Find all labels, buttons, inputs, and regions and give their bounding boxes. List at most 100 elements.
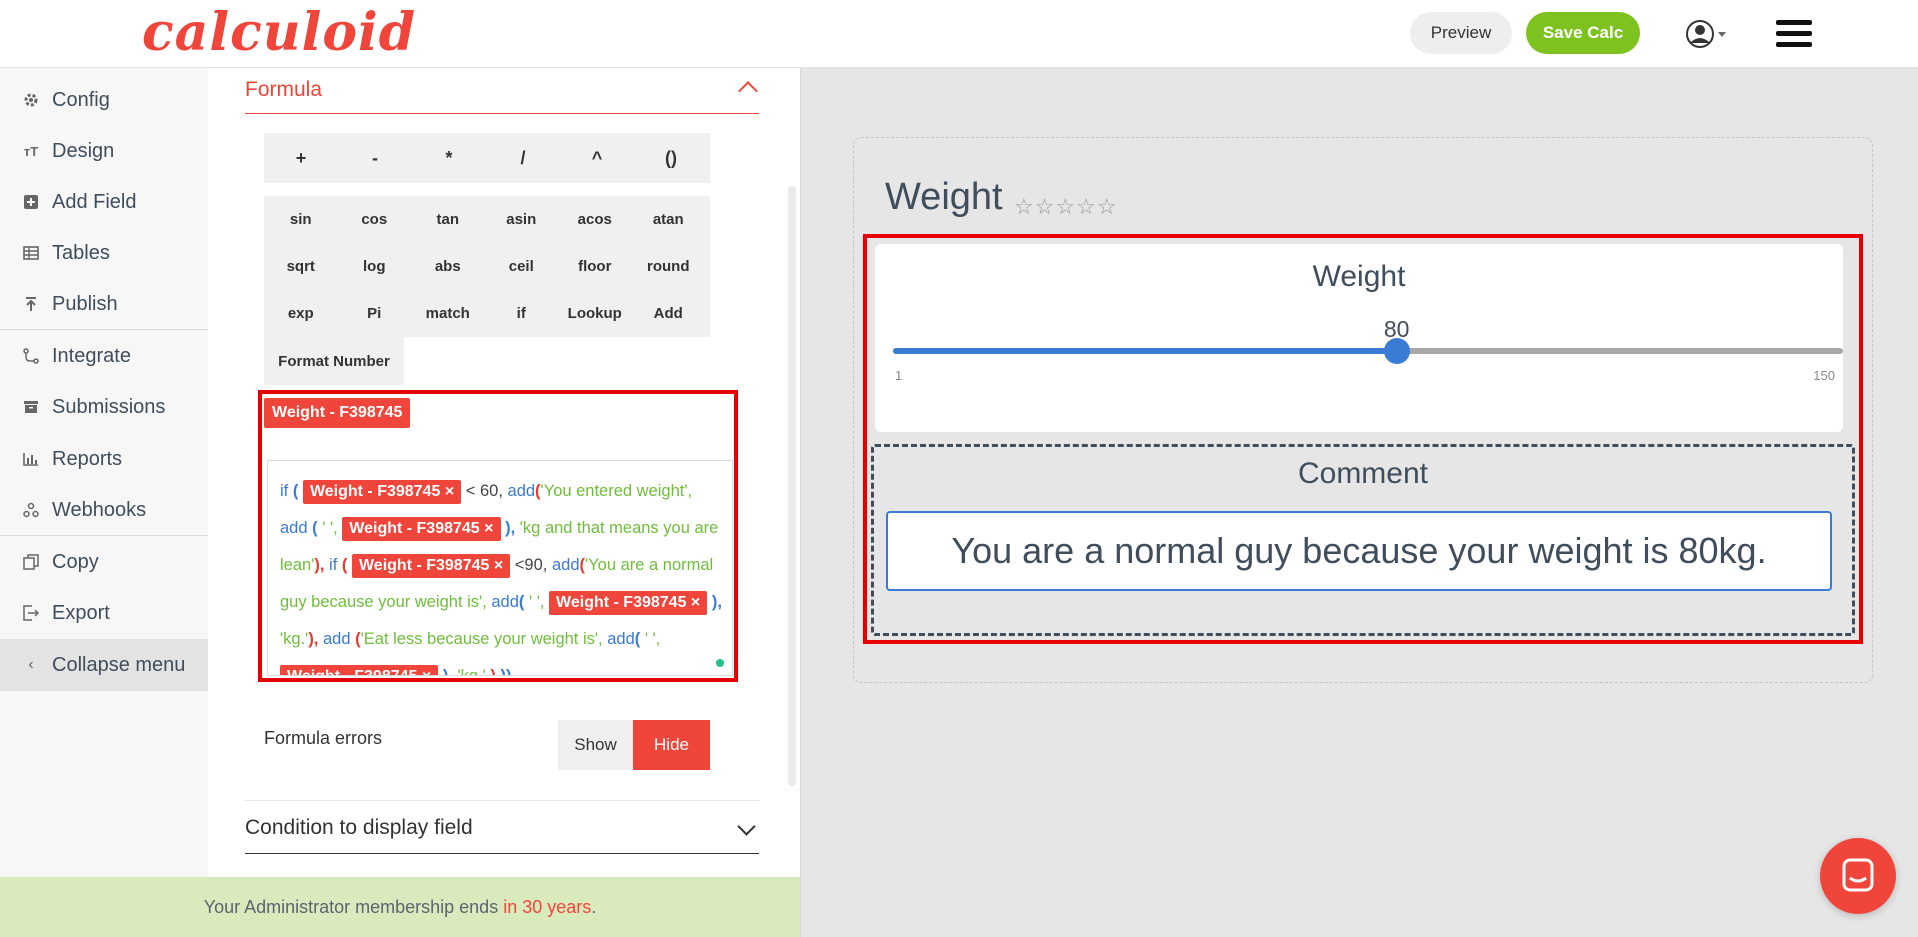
- formula-token: add: [507, 482, 536, 500]
- formula-field-tag[interactable]: Weight - F398745 ×: [280, 665, 439, 675]
- sidebar-item-label: Export: [52, 601, 110, 624]
- formula-token: ),: [314, 556, 325, 574]
- function-row: sin cos tan asin acos atan: [264, 196, 710, 243]
- comment-output[interactable]: You are a normal guy because your weight…: [886, 511, 1832, 591]
- star-rating-icon[interactable]: ☆☆☆☆☆: [1014, 194, 1118, 220]
- function-floor-button[interactable]: floor: [558, 243, 632, 290]
- formula-errors-toggle: Show Hide: [558, 720, 710, 770]
- sidebar-item-collapse-menu[interactable]: ‹ Collapse menu: [0, 639, 208, 691]
- calculator-preview: Weight ☆☆☆☆☆ Weight 80 1 150 Comment You…: [800, 68, 1918, 937]
- condition-section-header[interactable]: Condition to display field: [245, 800, 759, 854]
- preview-button[interactable]: Preview: [1410, 12, 1512, 54]
- show-errors-button[interactable]: Show: [558, 720, 633, 770]
- field-tag-weight[interactable]: Weight - F398745: [264, 398, 411, 428]
- operator-parentheses-button[interactable]: (): [634, 133, 708, 183]
- sidebar-item-config[interactable]: Config: [0, 74, 208, 126]
- weight-slider-field: Weight 80 1 150: [875, 244, 1843, 432]
- remove-tag-icon[interactable]: ×: [494, 557, 503, 574]
- function-sqrt-button[interactable]: sqrt: [264, 243, 338, 290]
- formula-section-header[interactable]: Formula: [245, 68, 759, 114]
- sidebar-item-copy[interactable]: Copy: [0, 536, 208, 588]
- user-avatar-icon: [1686, 20, 1726, 48]
- membership-text-end: .: [591, 896, 597, 917]
- operator-divide-button[interactable]: /: [486, 133, 560, 183]
- save-calc-button[interactable]: Save Calc: [1526, 12, 1640, 54]
- function-exp-button[interactable]: exp: [264, 290, 338, 337]
- chevron-up-icon[interactable]: [738, 81, 758, 101]
- formula-token: 'kg.': [280, 630, 309, 648]
- formula-field-tag-label: Weight - F398745: [349, 520, 480, 537]
- formula-errors-label: Formula errors: [264, 728, 383, 748]
- hamburger-menu-icon[interactable]: [1776, 20, 1812, 48]
- chat-support-button[interactable]: [1820, 838, 1896, 914]
- formula-token: add: [280, 519, 308, 537]
- formula-token: < 60,: [465, 482, 503, 500]
- function-format-number-button[interactable]: Format Number: [264, 337, 404, 385]
- function-sin-button[interactable]: sin: [264, 196, 338, 243]
- sidebar-item-design[interactable]: ᴛT Design: [0, 125, 208, 177]
- function-acos-button[interactable]: acos: [558, 196, 632, 243]
- formula-input[interactable]: if ( Weight - F398745 × < 60, add('You e…: [267, 460, 733, 676]
- formula-field-tag[interactable]: Weight - F398745 ×: [342, 517, 501, 541]
- remove-tag-icon[interactable]: ×: [445, 483, 454, 500]
- function-buttons: sin cos tan asin acos atan sqrt log abs …: [264, 196, 710, 385]
- caret-down-icon: [1718, 32, 1726, 37]
- formula-token: ): [490, 667, 496, 676]
- sidebar-item-export[interactable]: Export: [0, 587, 208, 639]
- sidebar-item-tables[interactable]: Tables: [0, 227, 208, 279]
- field-editor-panel: Formula + - * / ^ () sin cos tan asin ac…: [208, 68, 800, 877]
- function-atan-button[interactable]: atan: [632, 196, 706, 243]
- user-menu[interactable]: [1686, 18, 1736, 50]
- export-icon: [22, 604, 40, 622]
- membership-duration: in 30 years: [503, 896, 592, 917]
- formula-field-tag[interactable]: Weight - F398745 ×: [351, 554, 511, 578]
- function-lookup-button[interactable]: Lookup: [558, 290, 632, 337]
- sidebar-item-submissions[interactable]: Submissions: [0, 381, 208, 433]
- top-header: calculoid Preview Save Calc: [0, 0, 1918, 68]
- hide-errors-button[interactable]: Hide: [633, 720, 710, 770]
- resize-handle-icon[interactable]: [716, 659, 724, 667]
- chevron-down-icon[interactable]: [737, 817, 756, 836]
- inbox-icon: [22, 398, 40, 416]
- function-match-button[interactable]: match: [411, 290, 485, 337]
- function-ceil-button[interactable]: ceil: [485, 243, 559, 290]
- formula-field-tag[interactable]: Weight - F398745 ×: [302, 480, 462, 504]
- function-log-button[interactable]: log: [338, 243, 412, 290]
- sidebar-item-webhooks[interactable]: Webhooks: [0, 484, 208, 536]
- slider-handle[interactable]: [1383, 338, 1410, 364]
- operator-plus-button[interactable]: +: [264, 133, 338, 183]
- function-row: Format Number: [264, 337, 404, 385]
- sidebar-item-reports[interactable]: Reports: [0, 433, 208, 485]
- editor-scrollbar[interactable]: [788, 186, 796, 786]
- function-cos-button[interactable]: cos: [338, 196, 412, 243]
- function-add-button[interactable]: Add: [632, 290, 706, 337]
- remove-tag-icon[interactable]: ×: [691, 594, 700, 611]
- calculator-card: Weight ☆☆☆☆☆ Weight 80 1 150 Comment You…: [853, 137, 1873, 683]
- sidebar-item-label: Design: [52, 139, 115, 162]
- formula-field-tag-label: Weight - F398745: [287, 668, 417, 675]
- function-round-button[interactable]: round: [632, 243, 706, 290]
- calculoid-logo[interactable]: calculoid: [142, 2, 416, 63]
- formula-field-tag[interactable]: Weight - F398745 ×: [549, 591, 708, 615]
- operator-power-button[interactable]: ^: [560, 133, 634, 183]
- slider-fill: [893, 348, 1397, 354]
- weight-slider-track[interactable]: [893, 338, 1843, 364]
- membership-banner: Your Administrator membership ends in 30…: [0, 877, 800, 937]
- formula-token: ' ',: [322, 519, 338, 537]
- sidebar-item-add-field[interactable]: Add Field: [0, 176, 208, 228]
- formula-token: )): [500, 667, 512, 676]
- operator-minus-button[interactable]: -: [338, 133, 412, 183]
- sidebar-item-publish[interactable]: Publish: [0, 278, 208, 330]
- remove-tag-icon[interactable]: ×: [484, 520, 493, 537]
- function-pi-button[interactable]: Pi: [338, 290, 412, 337]
- sidebar-item-integrate[interactable]: Integrate: [0, 330, 208, 382]
- function-tan-button[interactable]: tan: [411, 196, 485, 243]
- function-abs-button[interactable]: abs: [411, 243, 485, 290]
- operator-multiply-button[interactable]: *: [412, 133, 486, 183]
- sidebar-item-label: Submissions: [52, 395, 166, 418]
- formula-token: add: [491, 593, 519, 611]
- function-asin-button[interactable]: asin: [485, 196, 559, 243]
- function-if-button[interactable]: if: [485, 290, 559, 337]
- formula-token: 'Eat less because your weight is',: [360, 630, 603, 648]
- remove-tag-icon[interactable]: ×: [422, 668, 431, 675]
